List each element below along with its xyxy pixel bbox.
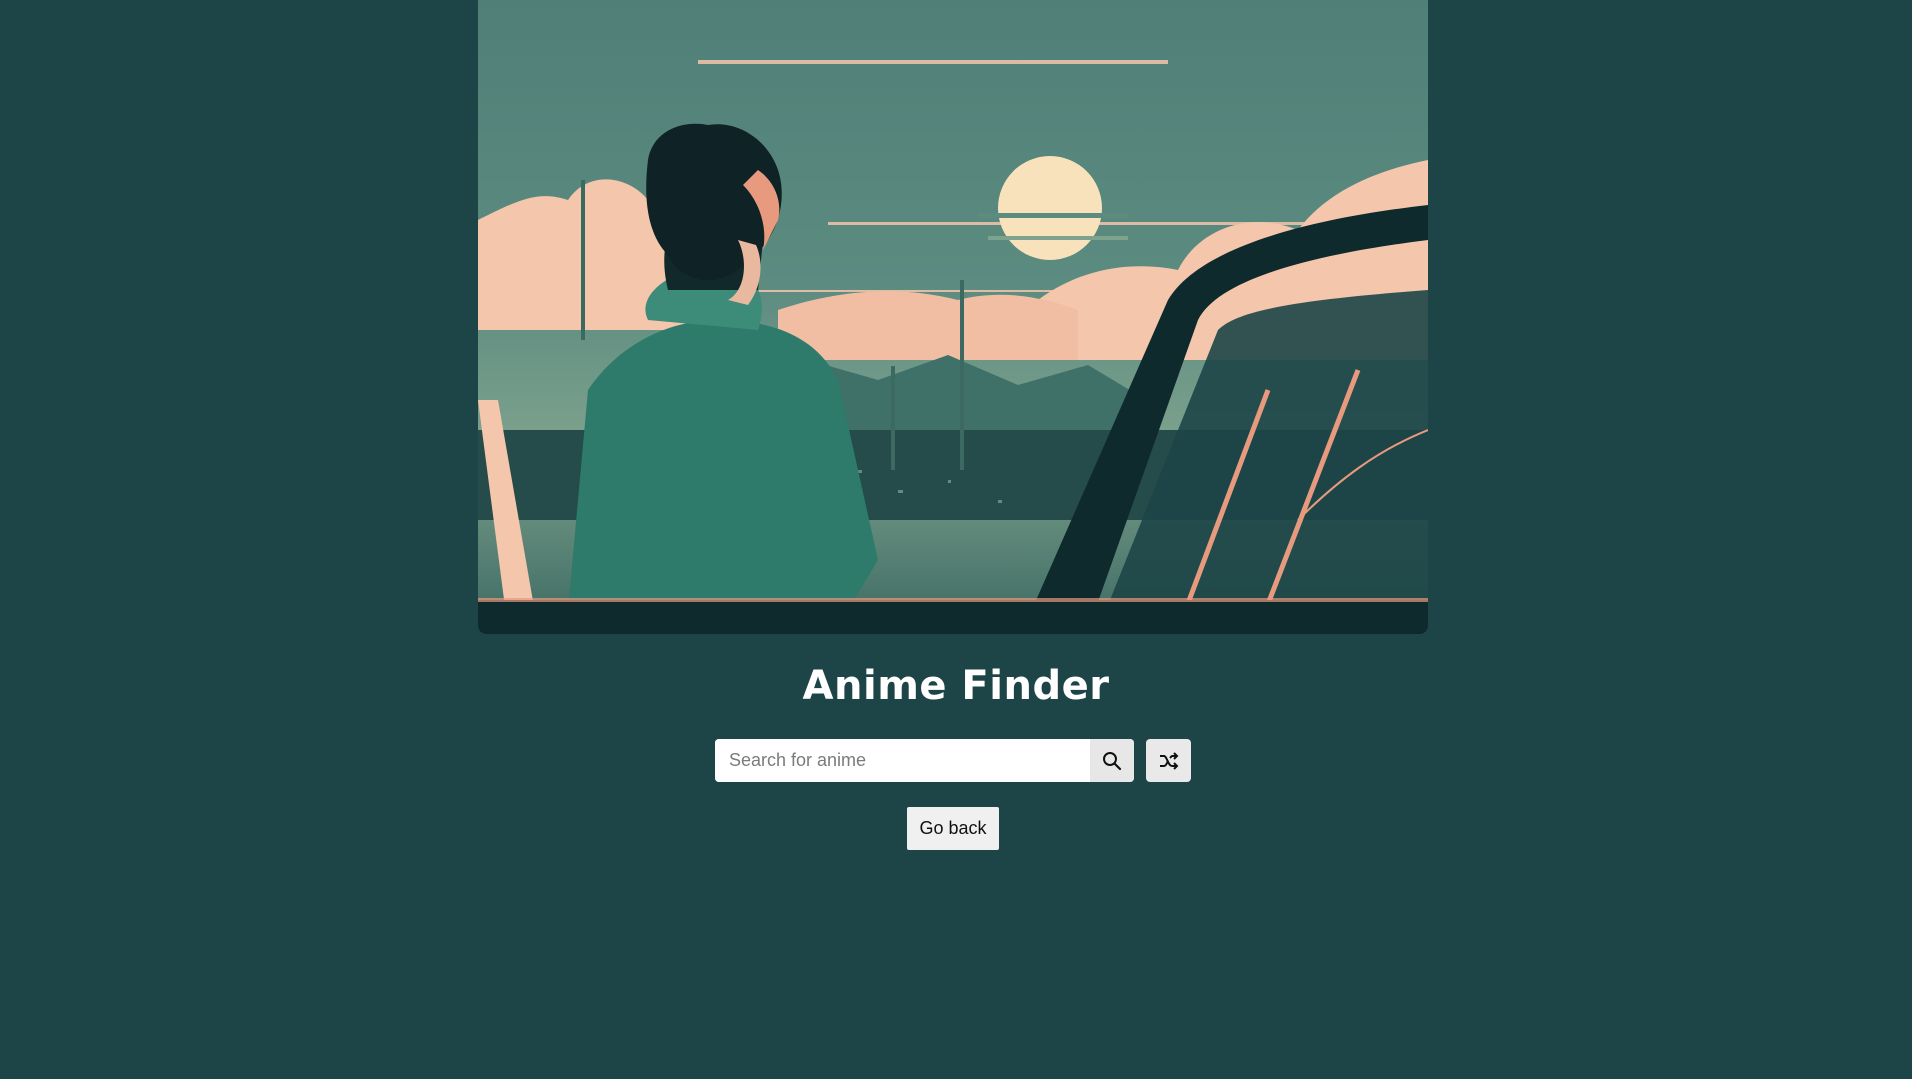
hero-image [478, 0, 1428, 634]
search-icon [1103, 751, 1122, 770]
random-anime-button[interactable] [1146, 739, 1191, 782]
search-button[interactable] [1090, 739, 1134, 782]
go-back-button[interactable]: Go back [907, 807, 999, 850]
search-bar [715, 739, 1134, 782]
page-title: Anime Finder [802, 663, 1110, 709]
shuffle-icon [1159, 751, 1178, 770]
hero-illustration [478, 0, 1428, 634]
search-input[interactable] [715, 739, 1090, 782]
